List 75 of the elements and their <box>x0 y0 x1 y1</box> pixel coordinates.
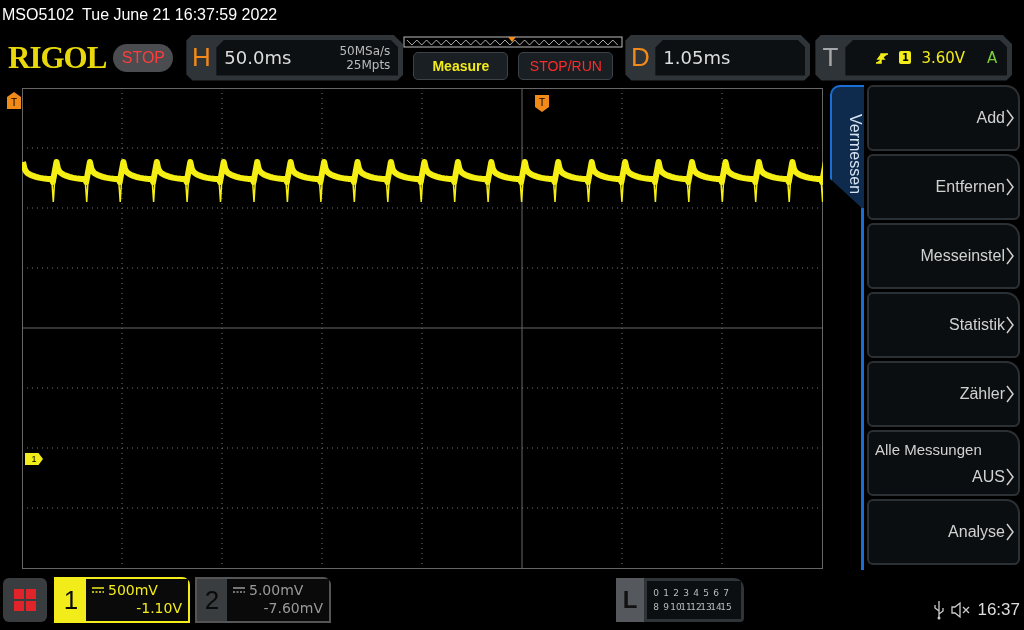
logic-label: L <box>616 578 644 622</box>
menu-button[interactable]: Entfernen <box>867 154 1020 220</box>
menu-button[interactable]: Messeinstel <box>867 223 1020 289</box>
digital-channel-number: 12 <box>690 602 702 612</box>
menu-label: AUS <box>972 467 1005 486</box>
app-menu-button[interactable] <box>3 578 47 622</box>
delay-value: 1.05ms <box>663 47 731 68</box>
digital-channel-number: 3 <box>683 588 689 598</box>
dc-coupling-icon <box>233 587 245 593</box>
trigger-source: 1 <box>899 51 912 64</box>
digital-channel-number: 8 <box>653 602 659 612</box>
memory-depth: 25Mpts <box>346 57 391 72</box>
chevron-right-icon <box>1006 523 1014 541</box>
chevron-right-icon <box>1006 247 1014 265</box>
digital-channel-number: 13 <box>700 602 712 612</box>
chevron-right-icon <box>1006 467 1014 486</box>
menu-button[interactable]: Alle Messungen AUS <box>867 430 1020 496</box>
timebase-value: 50.0ms <box>224 47 292 68</box>
channel-offset: -7.60mV <box>262 599 323 617</box>
chevron-right-icon <box>1006 178 1014 196</box>
channel-marker[interactable]: 1 <box>25 453 43 465</box>
trigger-marker[interactable]: T <box>7 92 21 109</box>
digital-channel-number: 0 <box>653 588 659 598</box>
sample-rate: 50MSa/s <box>339 43 391 58</box>
mute-icon <box>951 601 972 619</box>
digital-channel-number: 11 <box>680 602 692 612</box>
date-time: Tue June 21 16:37:59 2022 <box>82 6 278 24</box>
dc-coupling-icon <box>92 587 104 593</box>
channel-scale: 5.00mV <box>249 581 304 599</box>
digital-channel-number: 15 <box>720 602 732 612</box>
trigger-level: 3.60V <box>921 48 966 67</box>
channel-offset: -1.10V <box>135 599 182 617</box>
stop-run-button[interactable]: STOP/RUN <box>518 51 614 80</box>
digital-channel-number: 14 <box>710 602 722 612</box>
menu-tab[interactable]: Vermessen <box>830 85 864 210</box>
chevron-right-icon <box>1006 385 1014 403</box>
horizontal-panel[interactable]: H 50.0ms 50MSa/s 25Mpts <box>186 34 404 81</box>
horizontal-label: H <box>190 42 212 73</box>
menu-label: Messeinstel <box>920 247 1005 265</box>
menu-caption: Alle Messungen <box>875 440 983 458</box>
digital-channel-number: 7 <box>723 588 729 598</box>
digital-channel-number: 5 <box>703 588 709 598</box>
digital-channel-number: 2 <box>673 588 679 598</box>
channel-number: 1 <box>56 579 86 621</box>
trigger-marker[interactable]: T <box>535 95 549 112</box>
clock-time: 16:37 <box>977 600 1020 620</box>
trigger-panel[interactable]: T 1 3.60V A <box>815 34 1013 81</box>
usb-icon <box>933 600 946 620</box>
menu-button[interactable]: Add <box>867 85 1020 151</box>
channel-scale: 500mV <box>108 581 158 599</box>
channel-panel[interactable]: 1 500mV -1.10V <box>54 577 190 623</box>
digital-channel-number: 6 <box>713 588 719 598</box>
menu-button[interactable]: Analyse <box>867 499 1020 565</box>
digital-channel-number: 9 <box>663 602 669 612</box>
menu-label: Statistik <box>949 316 1005 334</box>
menu-button[interactable]: Statistik <box>867 292 1020 358</box>
trigger-mode: A <box>987 48 998 67</box>
delay-panel[interactable]: D 1.05ms <box>625 34 811 81</box>
brand-logo: RIGOL <box>8 39 107 76</box>
menu-label: Entfernen <box>935 178 1005 196</box>
delay-label: D <box>629 42 651 73</box>
digital-channel-number: 1 <box>663 588 669 598</box>
chevron-right-icon <box>1006 109 1014 127</box>
grid-icon <box>13 588 37 612</box>
model-name: MSO5102 <box>2 6 75 24</box>
measure-button[interactable]: Measure <box>413 51 509 80</box>
menu-label: Analyse <box>948 523 1005 541</box>
digital-channel-number: 4 <box>693 588 699 598</box>
menu-button[interactable]: Zähler <box>867 361 1020 427</box>
logic-panel[interactable]: L 0 1 2 3 4 5 6 7 8 9 101112131415 <box>616 578 744 622</box>
digital-channel-number: 10 <box>670 602 682 612</box>
chevron-right-icon <box>1006 316 1014 334</box>
menu-label: Zähler <box>959 385 1005 403</box>
menu-label: Add <box>976 109 1005 127</box>
trigger-label: T <box>821 42 840 73</box>
